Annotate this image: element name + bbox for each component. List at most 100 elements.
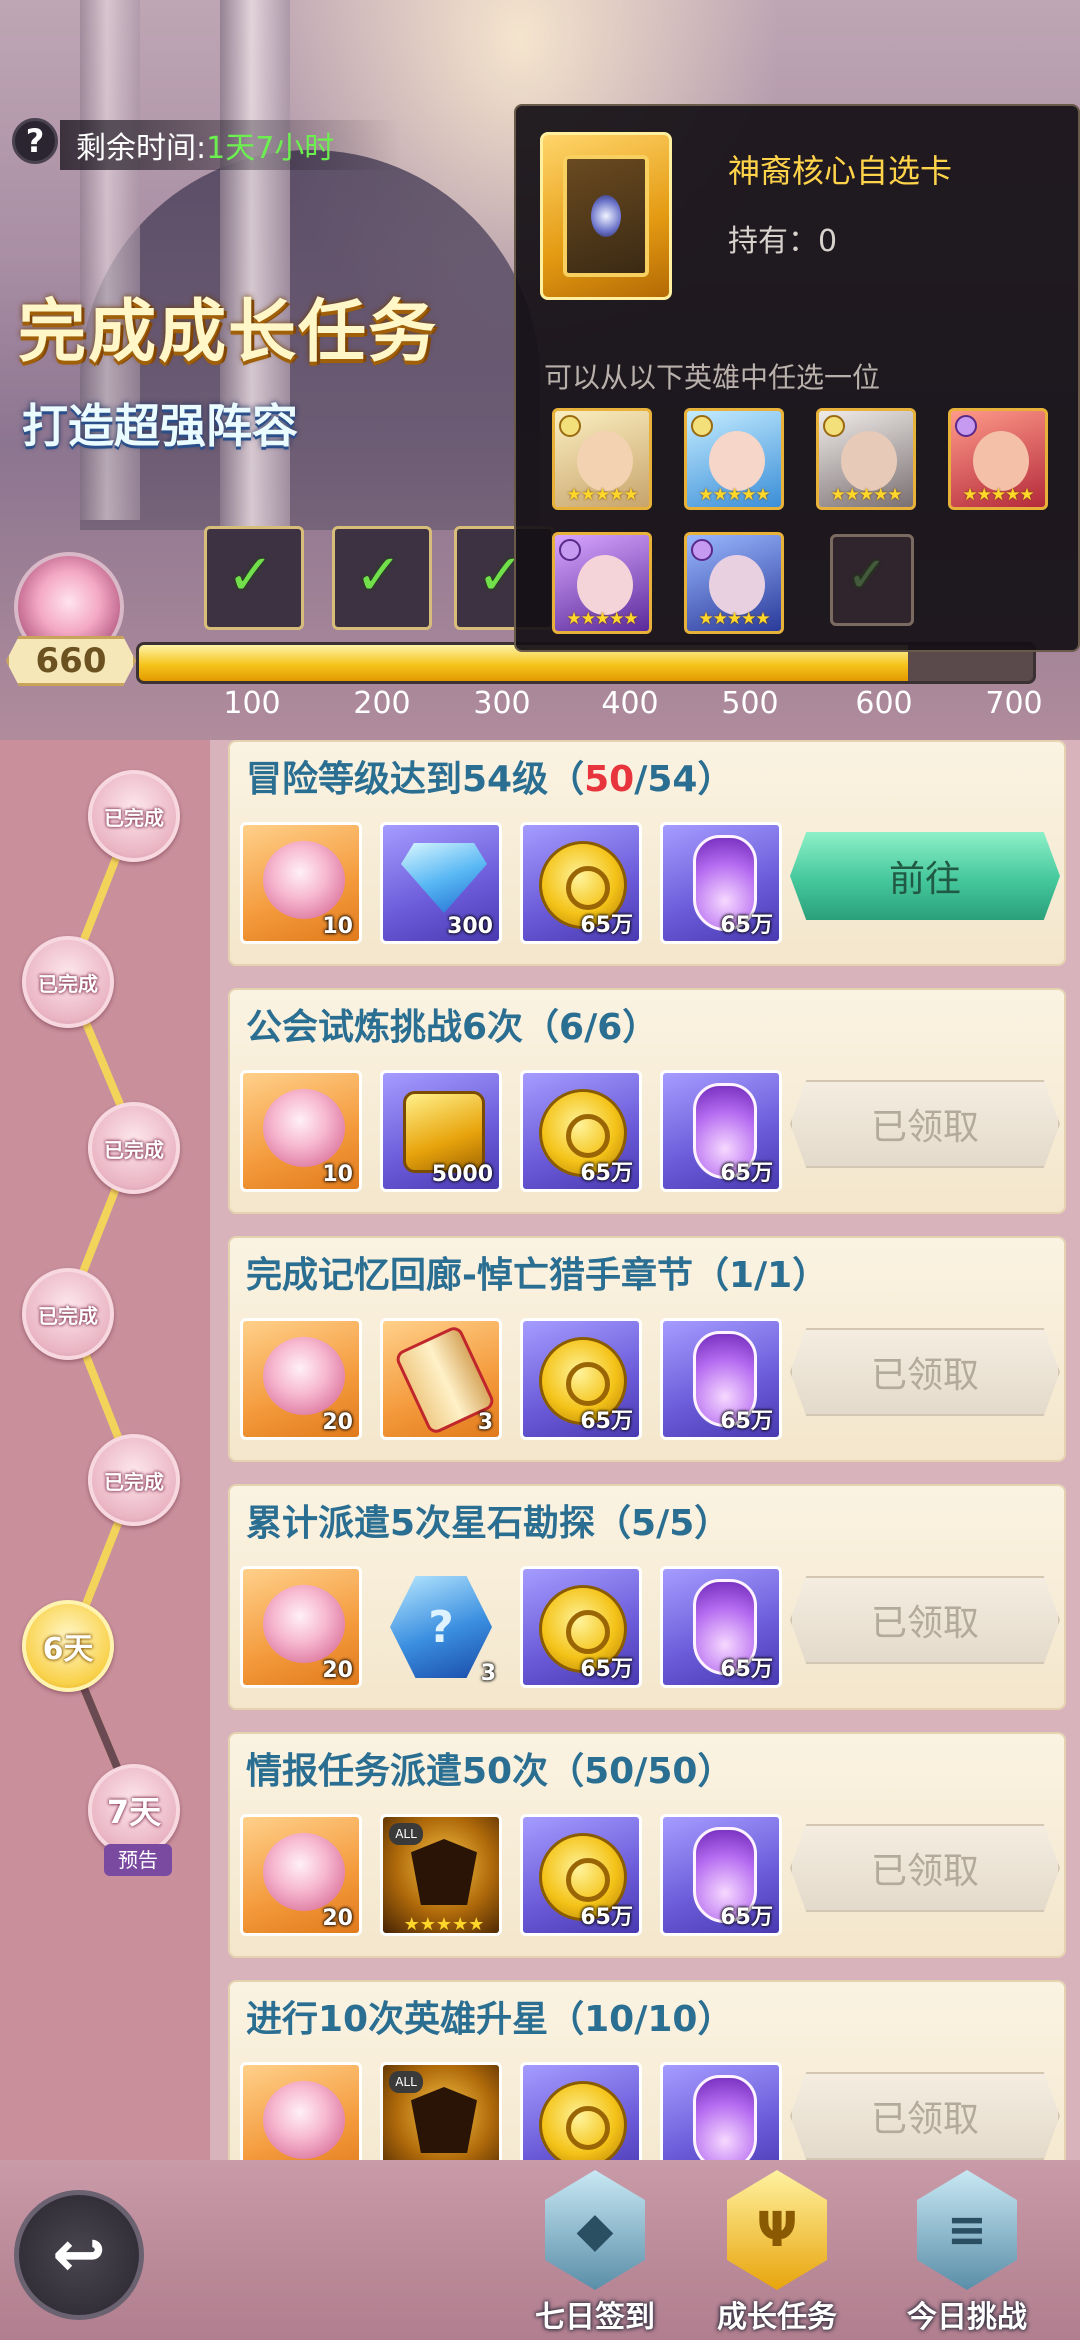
task-card: 情报任务派遣50次（50/50） 20 ALL ★★★★★ 65万 65万 已领… [228, 1732, 1066, 1958]
reward-guild-coin[interactable]: 5000 [380, 1070, 502, 1192]
claimed-button[interactable]: 已领取 [790, 1328, 1060, 1416]
rose-icon [263, 1833, 345, 1911]
reward-hero-mask[interactable]: ALL [380, 2062, 502, 2160]
remaining-time-value: 1天7小时 [206, 131, 335, 166]
claimed-button[interactable]: 已领取 [790, 1824, 1060, 1912]
reward-gold[interactable]: 65万 [520, 1566, 642, 1688]
reward-rose[interactable] [240, 2062, 362, 2160]
task-title: 完成记忆回廊-悼亡猎手章节（1/1） [246, 1255, 829, 1296]
gold-coin-icon [539, 2081, 627, 2160]
dark-element-icon [955, 415, 977, 437]
check-icon: ✓ [227, 543, 274, 608]
mystery-hex-icon: ? [390, 1576, 492, 1678]
reward-diamond[interactable]: 300 [380, 822, 502, 944]
hero-mask-icon: ALL [383, 2065, 499, 2160]
rose-icon [263, 1089, 345, 1167]
hero-stars: ★★★★★ [962, 485, 1034, 505]
reward-gold[interactable] [520, 2062, 642, 2160]
selection-card-icon [540, 132, 672, 300]
reward-scroll[interactable]: 3 [380, 1318, 502, 1440]
hero-stars: ★★★★★ [698, 609, 770, 629]
hero-option-3[interactable]: ★★★★★ [816, 408, 916, 510]
hero-option-2[interactable]: ★★★★★ [684, 408, 784, 510]
reward-rose[interactable]: 20 [240, 1814, 362, 1936]
claimed-button[interactable]: 已领取 [790, 1576, 1060, 1664]
back-button[interactable]: ↩ [14, 2190, 144, 2320]
hero-mask-icon: ALL ★★★★★ [383, 1817, 499, 1933]
light-element-icon [559, 415, 581, 437]
rose-icon [263, 1337, 345, 1415]
task-card: 完成记忆回廊-悼亡猎手章节（1/1） 20 3 65万 65万 已领取 [228, 1236, 1066, 1462]
timeline-node-done: 已完成 [88, 770, 180, 862]
progress-tick: 500 [721, 686, 779, 721]
reward-exp-potion[interactable]: 65万 [660, 822, 782, 944]
task-title: 进行10次英雄升星（10/10） [246, 1999, 734, 2040]
task-list[interactable]: 已完成 已完成 已完成 已完成 已完成 6天 7天 冒险等级达到54级（50/5… [0, 740, 1080, 2160]
popup-hint: 可以从以下英雄中任选一位 [544, 361, 881, 394]
reward-gold[interactable]: 65万 [520, 1070, 642, 1192]
timeline-node-done: 已完成 [88, 1102, 180, 1194]
reward-exp-potion[interactable] [660, 2062, 782, 2160]
claimed-button[interactable]: 已领取 [790, 2072, 1060, 2160]
hero-option-6[interactable]: ★★★★★ [684, 532, 784, 634]
reward-hero-mask[interactable]: ALL ★★★★★ [380, 1814, 502, 1936]
tab-seven-day-signin[interactable]: ◆ 七日签到 [520, 2170, 670, 2340]
popup-item-name: 神裔核心自选卡 [728, 152, 953, 190]
task-title: 情报任务派遣50次（50/50） [246, 1751, 734, 1792]
reward-rose[interactable]: 20 [240, 1566, 362, 1688]
tab-daily-challenge[interactable]: ≡ 今日挑战 [892, 2170, 1042, 2340]
item-detail-popup: 神裔核心自选卡 持有：0 可以从以下英雄中任选一位 ★★★★★ ★★★★★ ★★… [514, 104, 1080, 652]
guild-coin-icon [403, 1091, 485, 1173]
progress-tick: 300 [473, 686, 531, 721]
event-subtitle: 打造超强阵容 [22, 399, 298, 453]
reward-gold[interactable]: 65万 [520, 1318, 642, 1440]
reward-rose[interactable]: 10 [240, 1070, 362, 1192]
claimed-button[interactable]: 已领取 [790, 1080, 1060, 1168]
milestone-reward-600[interactable]: ✓ [830, 534, 914, 626]
hero-stars: ★★★★★ [698, 485, 770, 505]
reward-gold[interactable]: 65万 [520, 1814, 642, 1936]
rose-icon [263, 2081, 345, 2159]
light-element-icon [691, 415, 713, 437]
potion-icon [693, 2075, 757, 2160]
hero-option-5[interactable]: ★★★★★ [552, 532, 652, 634]
go-button[interactable]: 前往 [790, 832, 1060, 920]
document-icon: ≡ [917, 2170, 1017, 2290]
reward-rose[interactable]: 10 [240, 822, 362, 944]
event-title: 完成成长任务 [18, 293, 439, 372]
reward-gold[interactable]: 65万 [520, 822, 642, 944]
task-card: 冒险等级达到54级（50/54） 10 300 65万 65万 前往 [228, 740, 1066, 966]
check-icon: ✓ [847, 547, 888, 603]
progress-tick: 100 [223, 686, 281, 721]
milestone-reward-200[interactable]: ✓ [332, 526, 432, 630]
task-title: 累计派遣5次星石勘探（5/5） [246, 1503, 731, 1544]
help-icon[interactable]: ? [12, 118, 58, 164]
task-title: 冒险等级达到54级（50/54） [246, 759, 734, 800]
timeline-node-next-day[interactable]: 7天 [88, 1764, 180, 1856]
reward-exp-potion[interactable]: 65万 [660, 1070, 782, 1192]
hero-option-4[interactable]: ★★★★★ [948, 408, 1048, 510]
tab-growth-tasks[interactable]: Ψ 成长任务 [702, 2170, 852, 2340]
task-card: 公会试炼挑战6次（6/6） 10 5000 65万 65万 已领取 [228, 988, 1066, 1214]
hero-option-1[interactable]: ★★★★★ [552, 408, 652, 510]
timeline-node-current-day[interactable]: 6天 [22, 1600, 114, 1692]
progress-tick: 200 [353, 686, 411, 721]
reward-exp-potion[interactable]: 65万 [660, 1318, 782, 1440]
progress-tick: 400 [601, 686, 659, 721]
preview-tag: 预告 [104, 1844, 172, 1876]
reward-exp-potion[interactable]: 65万 [660, 1814, 782, 1936]
reward-rose[interactable]: 20 [240, 1318, 362, 1440]
hero-stars: ★★★★★ [830, 485, 902, 505]
calendar-shield-icon: ◆ [545, 2170, 645, 2290]
popup-owned-count: 持有：0 [728, 224, 838, 259]
trident-icon: Ψ [727, 2170, 827, 2290]
check-icon: ✓ [355, 543, 402, 608]
milestone-reward-100[interactable]: ✓ [204, 526, 304, 630]
timeline-node-done: 已完成 [88, 1434, 180, 1526]
reward-exp-potion[interactable]: 65万 [660, 1566, 782, 1688]
progress-tick: 700 [985, 686, 1043, 721]
hero-stars: ★★★★★ [566, 485, 638, 505]
diamond-icon [401, 843, 487, 913]
reward-random-hex[interactable]: ? 3 [380, 1566, 502, 1688]
dark-element-icon [559, 539, 581, 561]
